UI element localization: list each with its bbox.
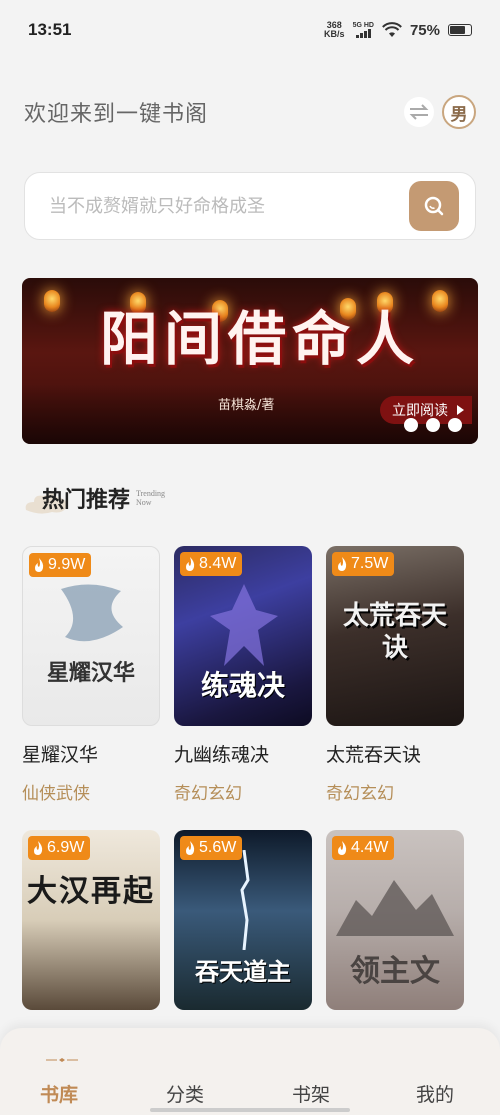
search-input[interactable] <box>49 195 409 217</box>
bottom-tab-bar: 书库 分类 书架 我的 <box>0 1028 500 1115</box>
cover-title: 领主文 <box>350 954 440 989</box>
book-title[interactable]: 星耀汉华 <box>22 740 160 767</box>
book-cover[interactable]: 太荒吞天诀 7.5W <box>326 546 464 726</box>
network-label: 5G HD <box>352 22 374 29</box>
book-card[interactable]: 大汉再起 6.9W <box>22 830 160 1010</box>
carousel-dot[interactable] <box>426 418 440 432</box>
cover-title: 大汉再起 <box>27 874 155 909</box>
banner-title: 阳间借命人 <box>100 305 421 373</box>
book-genre: 奇幻玄幻 <box>326 784 394 804</box>
battery-icon <box>448 24 472 36</box>
search-bar[interactable] <box>24 172 476 240</box>
carousel-dot[interactable] <box>448 418 462 432</box>
book-cover[interactable]: 领主文 4.4W <box>326 830 464 1010</box>
header: 欢迎来到一键书阁 男 <box>24 92 476 132</box>
status-bar: 13:51 368 KB/s 5G HD 75% <box>0 0 500 60</box>
book-cover[interactable]: 练魂决 8.4W <box>174 546 312 726</box>
banner-author: 苗棋淼/著 <box>218 398 275 413</box>
trending-section-header: 热门推荐 Trending Now <box>22 478 186 518</box>
flame-icon <box>34 841 43 855</box>
section-subtitle: Trending Now <box>136 489 166 507</box>
book-card[interactable]: 吞天道主 5.6W <box>174 830 312 1010</box>
flame-icon <box>186 841 195 855</box>
book-cover[interactable]: 大汉再起 6.9W <box>22 830 160 1010</box>
tab-bookshelf[interactable]: 书架 <box>292 1080 330 1107</box>
carousel-indicator <box>404 418 462 432</box>
cover-title: 太荒吞天诀 <box>342 601 447 663</box>
book-title[interactable]: 太荒吞天诀 <box>326 740 464 767</box>
book-card[interactable]: 练魂决 8.4W 九幽练魂决 奇幻玄幻 <box>174 546 312 804</box>
book-card[interactable]: 星耀汉华 9.9W 星耀汉华 仙侠武侠 <box>22 546 160 804</box>
search-button[interactable] <box>409 181 459 231</box>
cover-title: 练魂决 <box>200 669 285 702</box>
cover-title: 吞天道主 <box>195 957 291 986</box>
gender-toggle-button[interactable]: 男 <box>442 95 476 129</box>
cover-title: 星耀汉华 <box>46 660 135 686</box>
promo-banner[interactable]: 阳间借命人 苗棋淼/著 立即阅读 <box>22 278 478 444</box>
hot-badge: 6.9W <box>28 836 91 860</box>
tab-profile[interactable]: 我的 <box>416 1080 454 1107</box>
hot-badge: 7.5W <box>332 552 395 576</box>
swap-icon[interactable] <box>404 97 434 127</box>
network-speed-unit: KB/s <box>324 29 345 39</box>
wifi-icon <box>382 22 402 37</box>
flame-icon <box>338 557 347 571</box>
tab-library[interactable]: 书库 <box>40 1080 78 1107</box>
hot-badge: 4.4W <box>332 836 395 860</box>
tab-categories[interactable]: 分类 <box>166 1080 204 1107</box>
book-title[interactable]: 九幽练魂决 <box>174 740 312 767</box>
play-arrow-icon <box>457 405 464 415</box>
book-cover[interactable]: 星耀汉华 9.9W <box>22 546 160 726</box>
network-speed: 368 KB/s <box>324 21 345 39</box>
book-card[interactable]: 领主文 4.4W <box>326 830 464 1010</box>
status-indicators: 368 KB/s 5G HD 75% <box>324 21 472 39</box>
signal-icon: 5G HD <box>353 22 374 38</box>
flame-icon <box>338 841 347 855</box>
book-genre: 仙侠武侠 <box>22 784 90 804</box>
search-icon <box>424 196 444 216</box>
hot-badge: 9.9W <box>29 553 92 577</box>
status-time: 13:51 <box>28 20 72 39</box>
carousel-dot[interactable] <box>404 418 418 432</box>
flame-icon <box>186 557 195 571</box>
welcome-title: 欢迎来到一键书阁 <box>24 102 209 127</box>
book-genre: 奇幻玄幻 <box>174 784 242 804</box>
book-cover[interactable]: 吞天道主 5.6W <box>174 830 312 1010</box>
read-now-label: 立即阅读 <box>392 403 448 419</box>
active-tab-ornament-icon <box>46 1058 78 1062</box>
hot-badge: 8.4W <box>180 552 243 576</box>
flame-icon <box>35 558 44 572</box>
book-card[interactable]: 太荒吞天诀 7.5W 太荒吞天诀 奇幻玄幻 <box>326 546 464 804</box>
section-title: 热门推荐 <box>42 487 131 513</box>
home-indicator <box>150 1108 350 1112</box>
battery-percent: 75% <box>409 21 440 39</box>
hot-badge: 5.6W <box>180 836 243 860</box>
